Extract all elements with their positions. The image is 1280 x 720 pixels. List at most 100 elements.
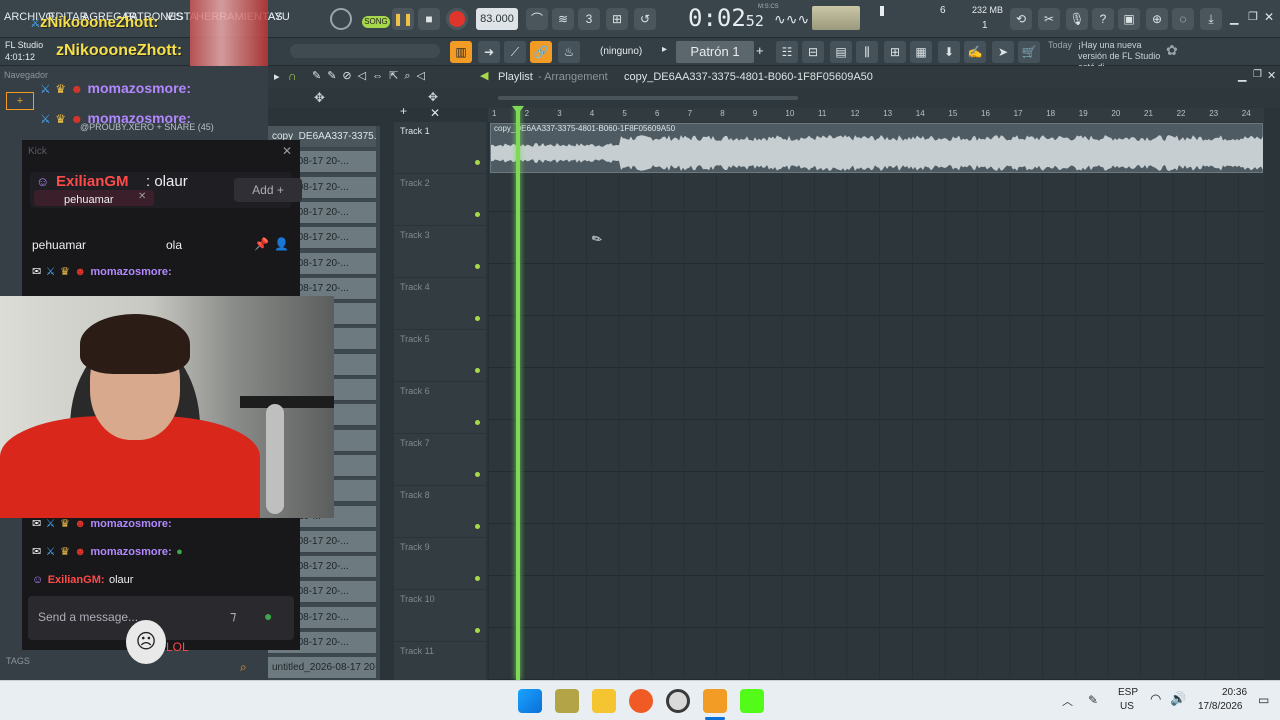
track-mute-led[interactable] xyxy=(475,368,480,373)
close-icon[interactable]: ✕ xyxy=(1264,10,1274,24)
pause-button[interactable]: ❚❚ xyxy=(392,8,414,30)
plugin-picker-icon[interactable]: ⬇ xyxy=(938,41,960,63)
move-icon[interactable]: ✥ xyxy=(314,90,325,106)
pattern-selector[interactable]: Patrón 1 xyxy=(676,41,754,63)
track-header[interactable]: Track 6 xyxy=(394,382,486,434)
chat-icon[interactable]: ◌ xyxy=(1172,8,1194,30)
horizontal-scrollbar[interactable] xyxy=(498,96,798,100)
track-header[interactable]: Track 2 xyxy=(394,174,486,226)
volume-icon[interactable]: 🔊 xyxy=(1170,691,1186,707)
track-mute-led[interactable] xyxy=(475,160,480,165)
playlist-toggle-icon[interactable]: ▥ xyxy=(450,41,472,63)
pattern-prev-icon[interactable]: ▸ xyxy=(662,44,667,55)
chip-close-icon[interactable]: ✕ xyxy=(138,191,146,202)
countdown-icon[interactable]: 3 xyxy=(578,8,600,30)
vertical-scrollbar[interactable] xyxy=(1264,122,1280,680)
add-button[interactable]: Add + xyxy=(234,178,302,202)
brave-browser-icon[interactable] xyxy=(629,689,653,713)
translate-icon[interactable]: ⁊ xyxy=(230,608,236,624)
add-pattern-icon[interactable]: + xyxy=(756,43,764,58)
clip-list-item[interactable]: untitled_2026-08-17 20-... xyxy=(268,657,376,680)
add-track-icon[interactable]: + xyxy=(400,104,407,118)
track-mute-led[interactable] xyxy=(475,420,480,425)
gamepad-icon[interactable] xyxy=(555,689,579,713)
magnet-icon[interactable]: ∩ xyxy=(288,69,297,83)
loop-record-icon[interactable]: ↺ xyxy=(634,8,656,30)
main-pitch-slider[interactable] xyxy=(290,44,440,58)
plugin-icon[interactable]: ⊕ xyxy=(1146,8,1168,30)
track-mute-led[interactable] xyxy=(475,576,480,581)
audio-clip[interactable]: copy_DE6AA337-3375-4801-B060-1F8F05609A5… xyxy=(490,123,1263,173)
kick-icon[interactable] xyxy=(740,689,764,713)
file-explorer-icon[interactable] xyxy=(592,689,616,713)
track-header[interactable]: Track 4 xyxy=(394,278,486,330)
stop-button[interactable]: ■ xyxy=(418,8,440,30)
playhead-marker-icon[interactable] xyxy=(512,106,524,114)
metronome-icon[interactable]: ⌒ xyxy=(526,8,548,30)
play-icon[interactable]: ▸ xyxy=(274,70,280,83)
song-time-display[interactable]: 0:0252 xyxy=(688,4,764,32)
track-mute-led[interactable] xyxy=(475,472,480,477)
notification-icon[interactable]: ▭ xyxy=(1258,693,1269,707)
song-mode-badge[interactable]: SONG xyxy=(362,16,390,28)
fl-studio-icon[interactable] xyxy=(703,689,727,713)
send-icon[interactable]: ➤ xyxy=(992,41,1014,63)
tools-icon[interactable]: ✂ xyxy=(1038,8,1060,30)
track-header[interactable]: Track 10 xyxy=(394,590,486,642)
playlist-window-icon[interactable]: ☷ xyxy=(776,41,798,63)
clock[interactable]: 20:36 xyxy=(1222,687,1247,698)
browser-icon[interactable]: ▦ xyxy=(910,41,932,63)
track-header[interactable]: Track 7 xyxy=(394,434,486,486)
patcher-icon[interactable]: ⊞ xyxy=(884,41,906,63)
pinned-user-chip[interactable]: pehuamar xyxy=(34,190,154,206)
playlist-minimize-icon[interactable]: ▁ xyxy=(1238,69,1246,82)
obs-icon[interactable] xyxy=(666,689,690,713)
user-icon[interactable]: 👤 xyxy=(274,237,289,251)
track-header[interactable]: Track 8 xyxy=(394,486,486,538)
channel-rack-icon[interactable]: ▤ xyxy=(830,41,852,63)
arrow-right-icon[interactable]: ➜ xyxy=(478,41,500,63)
playlist-grid[interactable] xyxy=(488,122,1264,680)
date[interactable]: 17/8/2026 xyxy=(1198,701,1243,712)
link-icon[interactable]: 🔗 xyxy=(530,41,552,63)
draw-tool-icon[interactable]: ⟋ xyxy=(504,41,526,63)
track-header[interactable]: Track 9 xyxy=(394,538,486,590)
wifi-icon[interactable]: ◠ xyxy=(1150,691,1161,707)
help-icon[interactable]: ? xyxy=(1092,8,1114,30)
browser-add-icon[interactable]: + xyxy=(6,92,34,110)
playlist-maximize-icon[interactable]: ❐ xyxy=(1253,69,1262,80)
emote-picker-icon[interactable]: ● xyxy=(264,608,272,624)
download-icon[interactable]: ⤓ xyxy=(1200,8,1222,30)
pin-icon[interactable]: 📌 xyxy=(254,237,269,251)
track-header[interactable]: Track 1 xyxy=(394,122,486,174)
wait-input-icon[interactable]: ≋ xyxy=(552,8,574,30)
timeline-ruler[interactable]: 1 2 3 4 5 6 7 8 9 10 11 12 13 14 15 16 17 18 19 20 21 22 23 24 xyxy=(488,108,1264,122)
track-mute-led[interactable] xyxy=(475,524,480,529)
lang-2[interactable]: US xyxy=(1120,701,1134,712)
tray-chevron-icon[interactable]: ︿ xyxy=(1062,693,1073,709)
playlist-close-icon[interactable]: ✕ xyxy=(1267,69,1276,82)
record-button[interactable] xyxy=(446,8,468,30)
blend-notes-icon[interactable]: ⊞ xyxy=(606,8,628,30)
search-icon[interactable]: ⌕ xyxy=(240,660,247,675)
chat-tab[interactable]: Kick xyxy=(28,146,47,157)
tray-app-icon[interactable]: ✎ xyxy=(1088,693,1098,707)
master-volume-slider[interactable] xyxy=(812,6,860,30)
windows-start-icon[interactable] xyxy=(518,689,542,713)
microphone-icon[interactable]: 🎙 xyxy=(1066,8,1088,30)
mixer-icon[interactable]: ⫼ xyxy=(856,41,878,63)
arrangement-icon[interactable]: ◀ xyxy=(480,69,488,82)
piano-roll-icon[interactable]: ⊟ xyxy=(802,41,824,63)
stamp-icon[interactable]: ♨ xyxy=(558,41,580,63)
snap-selector[interactable]: (ninguno) xyxy=(600,44,654,60)
track-header[interactable]: Track 3 xyxy=(394,226,486,278)
track-mute-led[interactable] xyxy=(475,264,480,269)
touch-keyboard-icon[interactable]: ✍ xyxy=(964,41,986,63)
chat-close-icon[interactable]: ✕ xyxy=(282,144,292,158)
minimize-icon[interactable]: ▁ xyxy=(1230,12,1238,25)
shop-icon[interactable]: 🛒 xyxy=(1018,41,1040,63)
lang-1[interactable]: ESP xyxy=(1118,687,1138,698)
remove-track-icon[interactable]: ✕ xyxy=(430,106,440,120)
track-mute-led[interactable] xyxy=(475,628,480,633)
playlist-tools-icon[interactable]: ✎✎⊘◁⇔⇱⌕◁ xyxy=(312,69,431,83)
